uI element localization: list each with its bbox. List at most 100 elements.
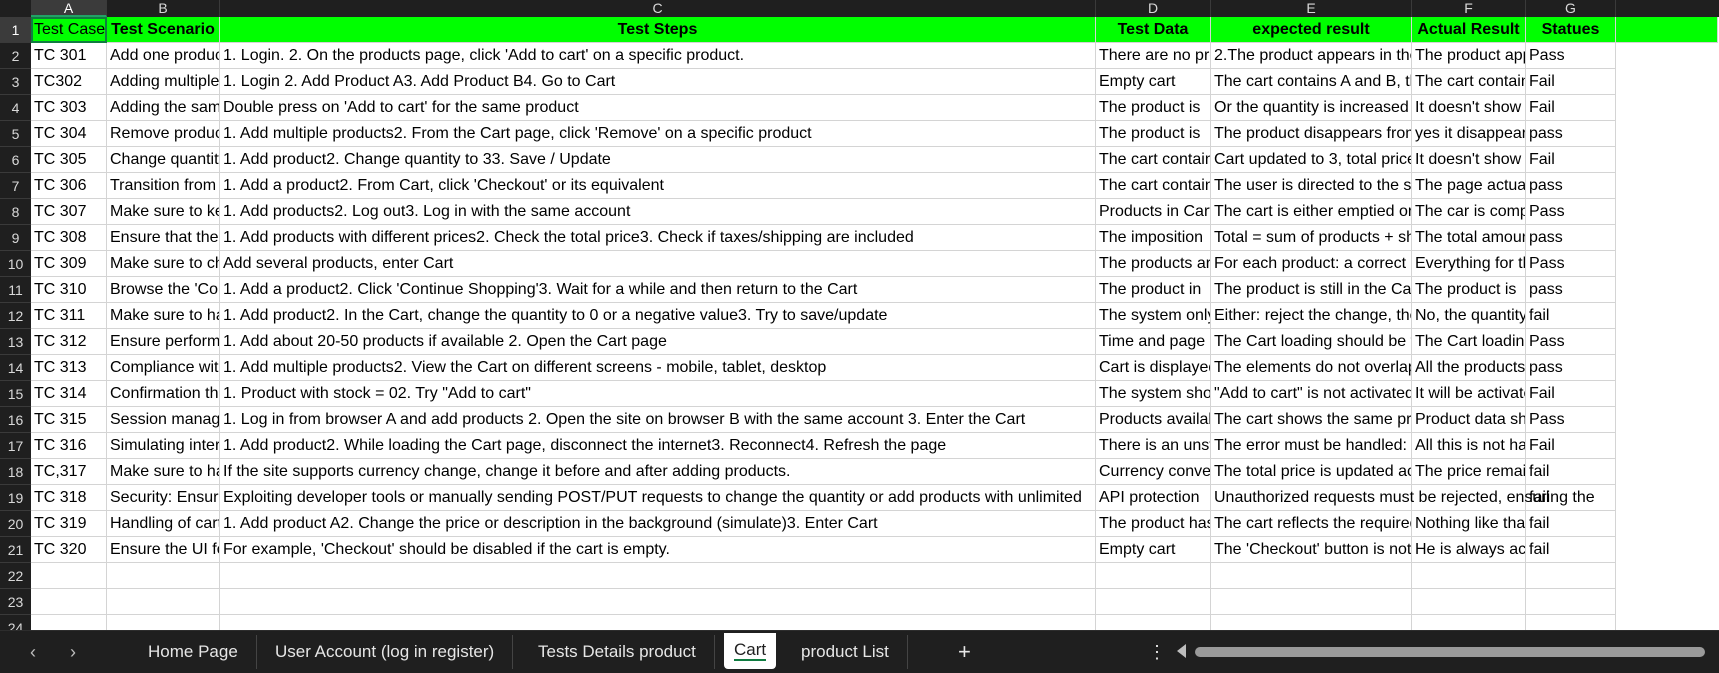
status-cell[interactable]: Fail [1526, 69, 1616, 95]
actual-result-cell[interactable]: The total amount [1412, 225, 1526, 251]
actual-result-cell[interactable]: The product is [1412, 277, 1526, 303]
test-scenario-cell[interactable]: Ensure the UI for [107, 537, 220, 563]
expected-result-cell[interactable]: The elements do not overlap, the list [1211, 355, 1412, 381]
test-steps-cell[interactable]: Double press on 'Add to cart' for the sa… [220, 95, 1096, 121]
status-cell[interactable]: Pass [1526, 199, 1616, 225]
test-steps-cell[interactable]: 1. Add about 20-50 products if available… [220, 329, 1096, 355]
test-steps-cell[interactable]: For example, 'Checkout' should be disabl… [220, 537, 1096, 563]
test-steps-cell[interactable]: Add several products, enter Cart [220, 251, 1096, 277]
test-scenario-cell[interactable]: Ensure that the [107, 225, 220, 251]
row-header[interactable]: 7 [0, 173, 31, 199]
test-steps-cell[interactable]: 1. Add product2. Change quantity to 33. … [220, 147, 1096, 173]
row-header[interactable]: 3 [0, 69, 31, 95]
chevron-left-icon[interactable]: ‹ [18, 631, 48, 673]
test-scenario-cell[interactable]: Ensure performance [107, 329, 220, 355]
expected-result-cell[interactable]: The cart is either emptied or retained [1211, 199, 1412, 225]
status-cell[interactable]: Pass [1526, 251, 1616, 277]
test-data-cell[interactable]: Cart is displayed [1096, 355, 1211, 381]
test-scenario-cell[interactable] [107, 615, 220, 630]
test-scenario-cell[interactable]: Make sure to keep [107, 199, 220, 225]
test-steps-cell[interactable] [220, 615, 1096, 630]
test-steps-cell[interactable]: 1. Add product2. In the Cart, change the… [220, 303, 1096, 329]
test-scenario-cell[interactable]: Browse the 'Continue [107, 277, 220, 303]
actual-result-cell[interactable]: Nothing like that [1412, 511, 1526, 537]
status-cell[interactable]: Pass [1526, 43, 1616, 69]
row-header[interactable]: 22 [0, 563, 31, 589]
row-header[interactable]: 12 [0, 303, 31, 329]
test-steps-cell[interactable] [220, 589, 1096, 615]
row-header[interactable]: 19 [0, 485, 31, 511]
sheet-tab-home-page[interactable]: Home Page [130, 635, 257, 669]
test-scenario-cell[interactable]: Security: Ensure [107, 485, 220, 511]
triangle-left-icon[interactable] [1177, 644, 1186, 658]
header-cell[interactable]: expected result [1211, 17, 1412, 43]
status-cell[interactable] [1526, 563, 1616, 589]
test-data-cell[interactable]: Empty cart [1096, 537, 1211, 563]
test-case-cell[interactable]: TC 306 [31, 173, 107, 199]
actual-result-cell[interactable]: The car is completely [1412, 199, 1526, 225]
test-case-cell[interactable]: TC 301 [31, 43, 107, 69]
test-scenario-cell[interactable]: Session management [107, 407, 220, 433]
select-all-corner[interactable] [0, 0, 32, 17]
expected-result-cell[interactable]: For each product: a correct image, [1211, 251, 1412, 277]
test-case-cell[interactable] [31, 563, 107, 589]
expected-result-cell[interactable]: Total = sum of products + shipping [1211, 225, 1412, 251]
row-header[interactable]: 14 [0, 355, 31, 381]
header-cell[interactable]: Test Case [31, 17, 107, 43]
test-scenario-cell[interactable]: Adding multiple [107, 69, 220, 95]
test-case-cell[interactable]: TC 312 [31, 329, 107, 355]
status-cell[interactable]: pass [1526, 173, 1616, 199]
test-data-cell[interactable]: Time and page [1096, 329, 1211, 355]
test-case-cell[interactable]: TC,317 [31, 459, 107, 485]
test-data-cell[interactable] [1096, 589, 1211, 615]
row-header[interactable]: 4 [0, 95, 31, 121]
test-steps-cell[interactable]: 1. Login 2. Add Product A3. Add Product … [220, 69, 1096, 95]
test-data-cell[interactable]: The products are [1096, 251, 1211, 277]
row-header[interactable]: 1 [0, 17, 31, 43]
expected-result-cell[interactable]: The Cart loading should be fast, the [1211, 329, 1412, 355]
column-header-g[interactable]: G [1526, 0, 1616, 17]
row-header[interactable]: 21 [0, 537, 31, 563]
test-scenario-cell[interactable] [107, 563, 220, 589]
test-scenario-cell[interactable]: Make sure to check [107, 251, 220, 277]
row-header[interactable]: 18 [0, 459, 31, 485]
row-header[interactable]: 23 [0, 589, 31, 615]
header-cell[interactable]: Actual Result [1412, 17, 1526, 43]
sheet-tab-user-account-log-in-register[interactable]: User Account (log in register) [257, 635, 514, 669]
test-scenario-cell[interactable]: Add one product [107, 43, 220, 69]
test-scenario-cell[interactable]: Handling of cart [107, 511, 220, 537]
test-steps-cell[interactable]: 1. Add a product2. From Cart, click 'Che… [220, 173, 1096, 199]
header-cell[interactable]: Test Steps [220, 17, 1096, 43]
test-case-cell[interactable]: TC 319 [31, 511, 107, 537]
expected-result-cell[interactable]: Unauthorized requests must be rejected, … [1211, 485, 1595, 511]
status-cell[interactable]: Fail [1526, 95, 1616, 121]
actual-result-cell[interactable]: The product appears [1412, 43, 1526, 69]
test-data-cell[interactable]: The product is [1096, 95, 1211, 121]
actual-result-cell[interactable]: It doesn't show [1412, 95, 1526, 121]
actual-result-cell[interactable]: The price remains [1412, 459, 1526, 485]
test-case-cell[interactable]: TC 308 [31, 225, 107, 251]
test-data-cell[interactable]: The system only [1096, 303, 1211, 329]
status-cell[interactable]: Fail [1526, 433, 1616, 459]
plus-icon[interactable]: + [958, 631, 971, 673]
expected-result-cell[interactable]: The product disappears from the Cart [1211, 121, 1412, 147]
actual-result-cell[interactable] [1412, 589, 1526, 615]
column-header-a[interactable]: A [31, 0, 107, 17]
expected-result-cell[interactable]: Either: reject the change, the error [1211, 303, 1412, 329]
header-cell[interactable]: Statues [1526, 17, 1616, 43]
expected-result-cell[interactable]: The 'Checkout' button is not working [1211, 537, 1412, 563]
test-scenario-cell[interactable]: Transition from [107, 173, 220, 199]
test-scenario-cell[interactable]: Make sure to handle [107, 459, 220, 485]
header-cell[interactable]: Test Data [1096, 17, 1211, 43]
test-case-cell[interactable]: TC 320 [31, 537, 107, 563]
row-header[interactable]: 13 [0, 329, 31, 355]
horizontal-scrollbar[interactable] [1195, 647, 1705, 657]
test-data-cell[interactable]: There is an unstable [1096, 433, 1211, 459]
expected-result-cell[interactable] [1211, 563, 1412, 589]
actual-result-cell[interactable]: The Cart loading [1412, 329, 1526, 355]
status-cell[interactable] [1526, 589, 1616, 615]
test-case-cell[interactable]: TC 310 [31, 277, 107, 303]
expected-result-cell[interactable]: 2.The product appears in the Cart, [1211, 43, 1412, 69]
test-case-cell[interactable]: TC 303 [31, 95, 107, 121]
test-steps-cell[interactable]: 1. Login. 2. On the products page, click… [220, 43, 1096, 69]
